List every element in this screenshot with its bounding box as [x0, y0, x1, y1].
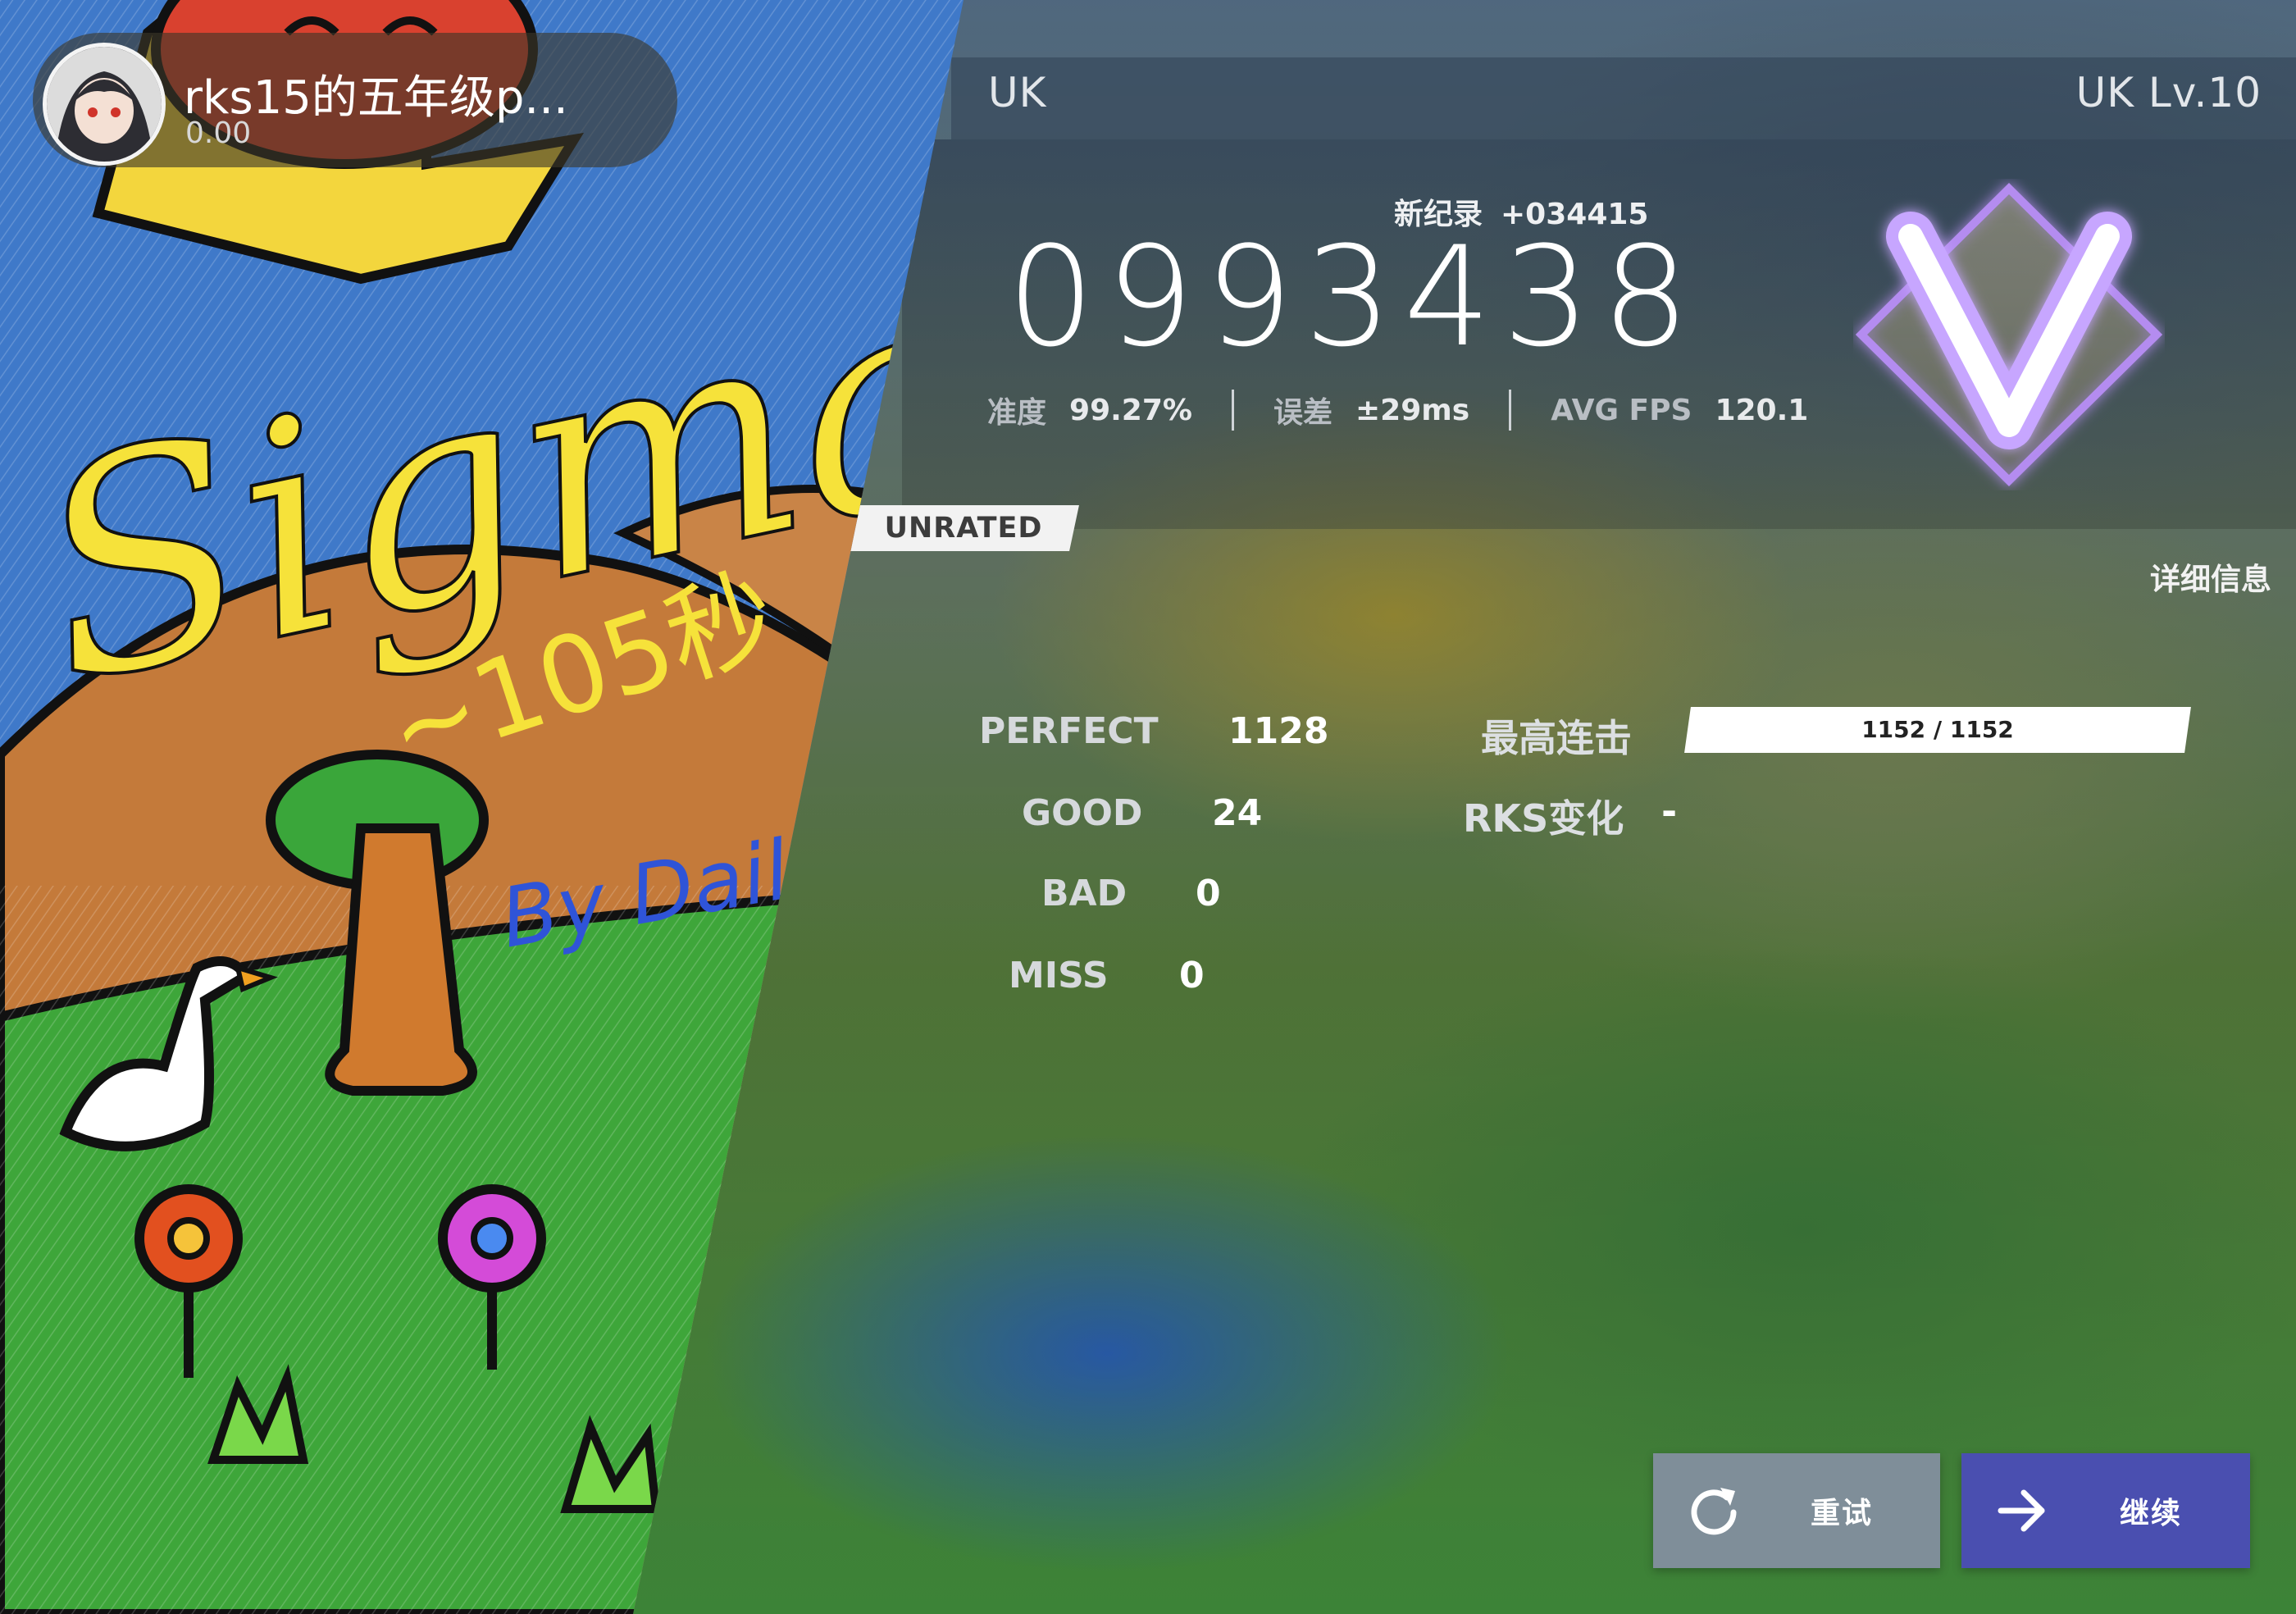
avatar-image — [47, 47, 162, 162]
song-illustration: Sigma ~105秒 By Daily — [0, 0, 963, 1614]
player-avatar — [43, 43, 166, 166]
player-rks: 0.00 — [185, 116, 252, 150]
